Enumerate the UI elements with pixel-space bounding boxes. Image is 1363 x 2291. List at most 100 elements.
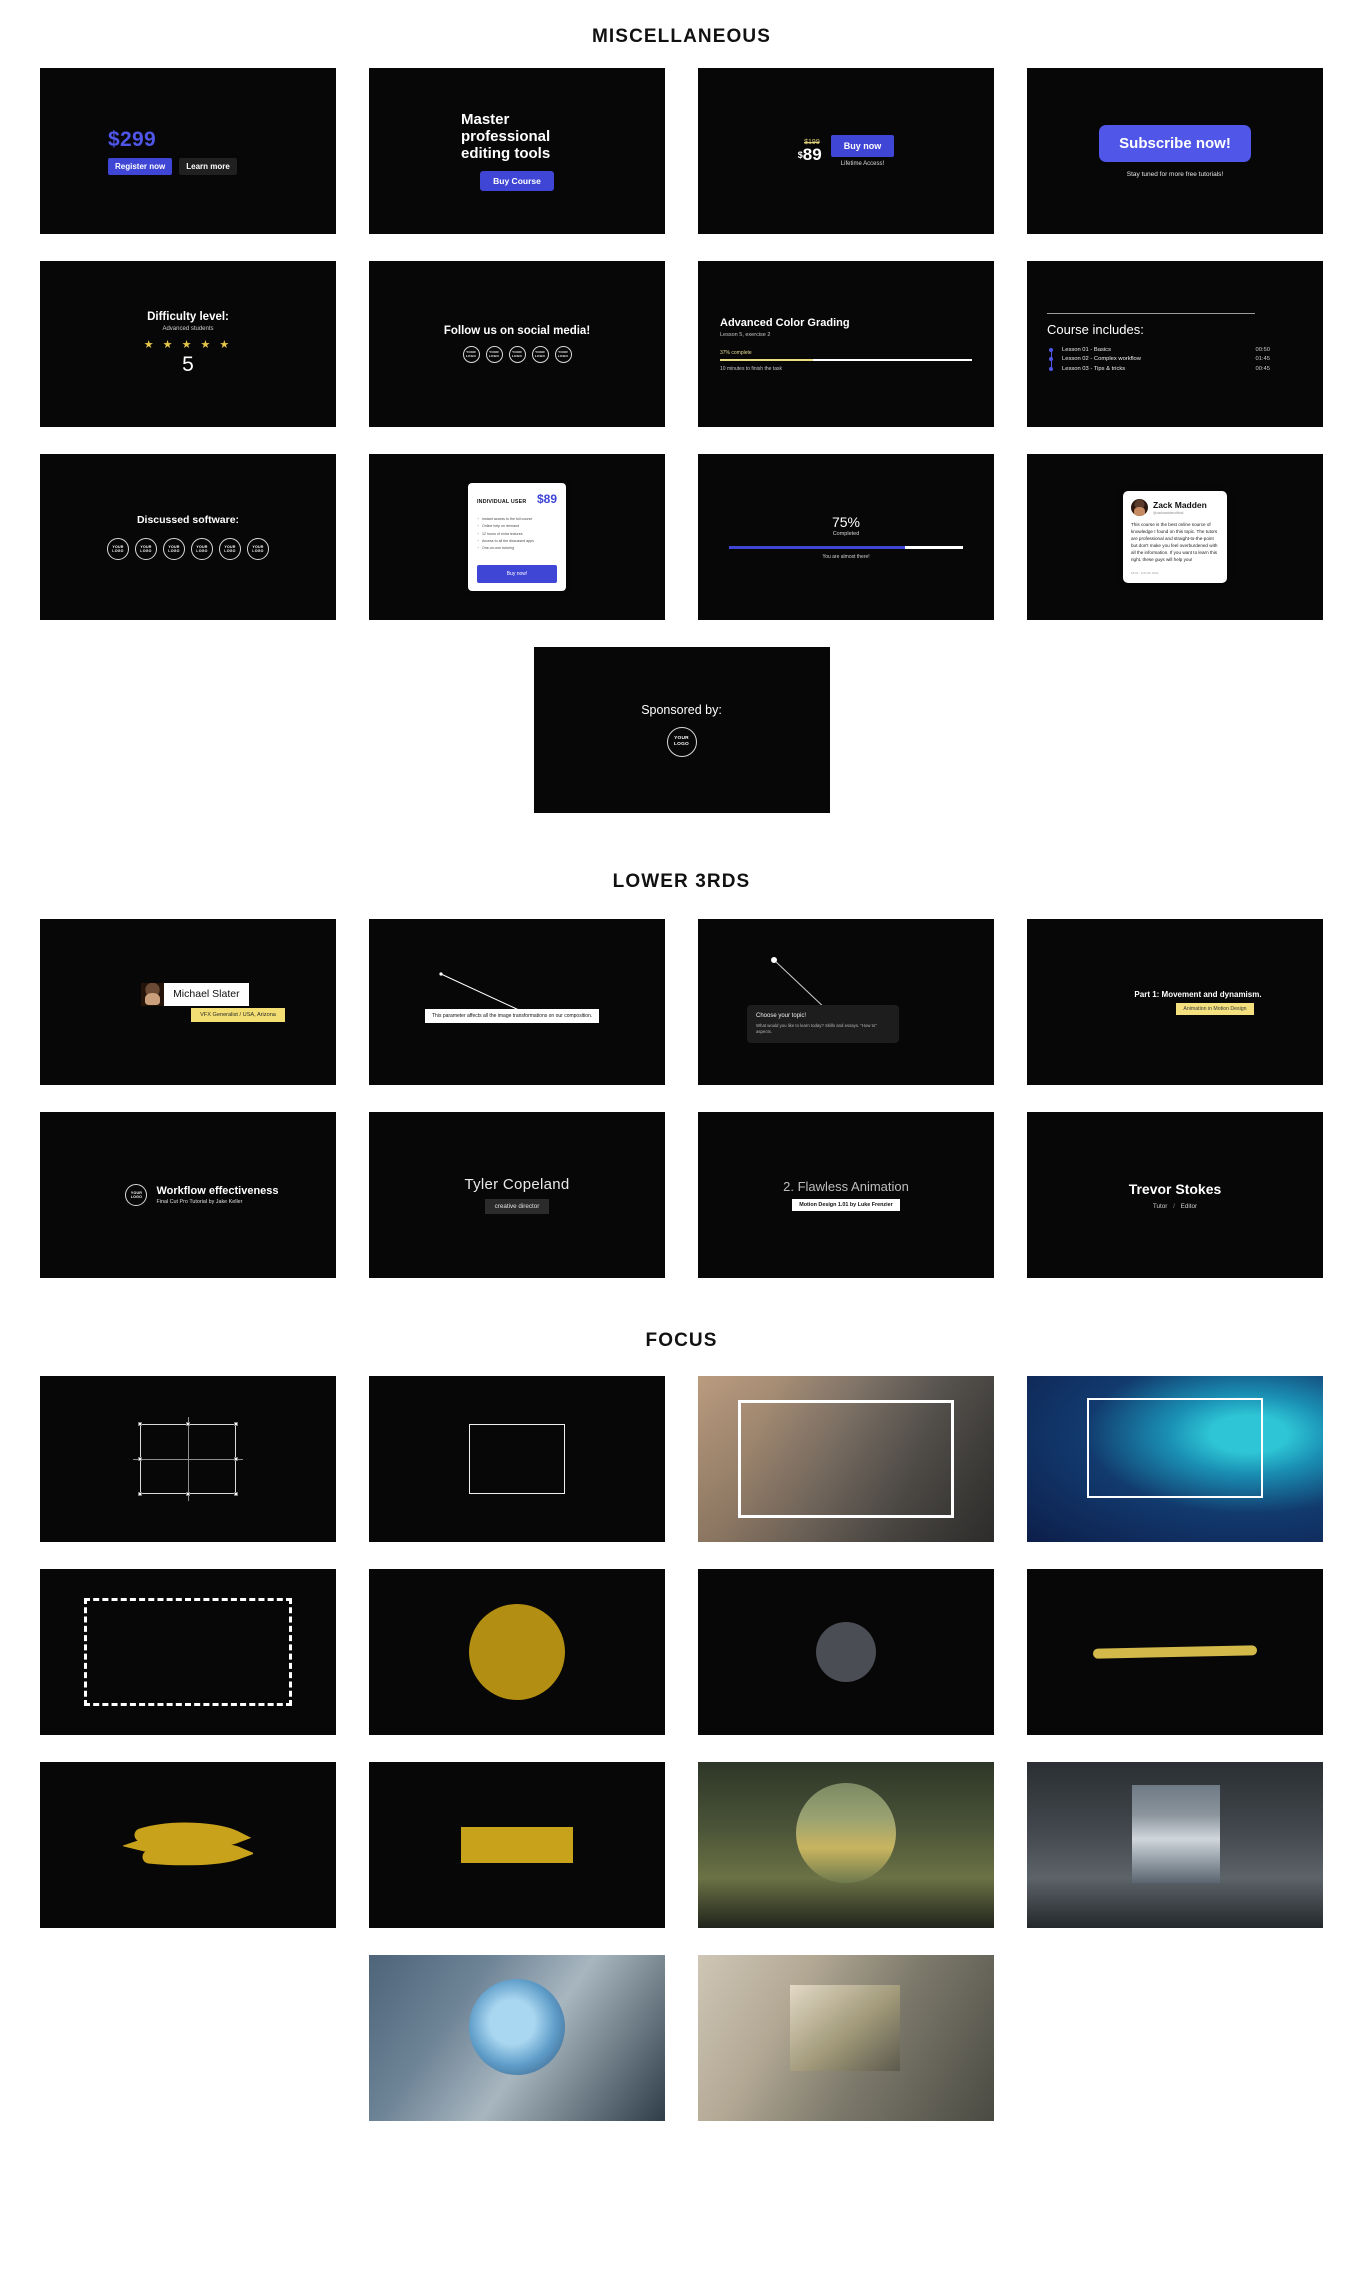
card-master-tools[interactable]: Master professional editing tools Buy Co… xyxy=(369,68,665,234)
card-buy-now[interactable]: $199 $89 Buy now Lifetime Access! xyxy=(698,68,994,234)
focus-frame xyxy=(738,1400,954,1518)
your-logo-icon: YOUR LOGO xyxy=(125,1184,148,1206)
lesson-time: 01:45 xyxy=(1255,356,1270,362)
card-individual-pricing[interactable]: INDIVIDUAL USER $89 Instant access to th… xyxy=(369,454,665,620)
bullet-dot-icon xyxy=(1049,366,1053,371)
lifetime-access-note: Lifetime Access! xyxy=(840,161,885,167)
progress-bar xyxy=(729,546,963,549)
your-logo-icon[interactable]: YOUR LOGO xyxy=(462,346,480,363)
buy-now-button[interactable]: Buy now! xyxy=(477,564,557,583)
your-logo-icon[interactable]: YOUR LOGO xyxy=(554,346,572,363)
card-focus-dashed-rectangle xyxy=(40,1569,336,1735)
master-tools-headline: Master professional editing tools xyxy=(461,110,551,163)
workflow-text: Workflow effectiveness Final Cut Pro Tut… xyxy=(156,1185,278,1205)
card-price-register[interactable]: $299 Register now Learn more xyxy=(40,68,336,234)
miscellaneous-grid-row-2: Difficulty level: Advanced students ★ ★ … xyxy=(0,261,1363,427)
software-logo-row: YOUR LOGO YOUR LOGO YOUR LOGO YOUR LOGO YOUR… xyxy=(107,538,269,560)
buy-now-button[interactable]: Buy now xyxy=(830,135,895,157)
role-left: Tutor xyxy=(1152,1202,1168,1210)
social-logo-row: YOUR LOGO YOUR LOGO YOUR LOGO YOUR LOGO YOUR… xyxy=(462,346,572,363)
time-left-label: 10 minutes to finish the task xyxy=(720,365,782,372)
your-logo-icon[interactable]: YOUR LOGO xyxy=(485,346,503,363)
bullet-dot-icon xyxy=(1049,357,1053,361)
focus-grid-row-4 xyxy=(0,1955,1363,2121)
list-item: Access to all the discussed apps xyxy=(477,539,557,543)
card-focus-yellow-circle xyxy=(369,1569,665,1735)
pricing-header: INDIVIDUAL USER $89 xyxy=(477,492,557,506)
lesson-name: Lesson 01 - Basics xyxy=(1062,346,1111,353)
lesson-title: Advanced Color Grading xyxy=(720,316,850,329)
card-course-includes: Course includes: Lesson 01 - Basics 00:5… xyxy=(1027,261,1323,427)
card-sponsored-by: Sponsored by: YOUR LOGO xyxy=(533,647,830,813)
square-focus-mask xyxy=(1132,1785,1220,1883)
your-logo-icon[interactable]: YOUR LOGO xyxy=(135,538,157,560)
lesson-subtitle: Lesson 5, exercise 2 xyxy=(720,331,771,338)
subscribe-now-button[interactable]: Subscribe now! xyxy=(1099,124,1251,162)
your-logo-icon[interactable]: YOUR LOGO xyxy=(247,538,269,560)
sponsored-title: Sponsored by: xyxy=(641,703,722,717)
handle-sw[interactable] xyxy=(138,1492,142,1496)
price-amount: $299 xyxy=(108,127,156,151)
star-rating-icon: ★ ★ ★ ★ ★ xyxy=(143,339,233,351)
social-title: Follow us on social media! xyxy=(443,325,591,337)
card-focus-photo-mountain-square xyxy=(1027,1762,1323,1928)
handle-w[interactable] xyxy=(138,1457,142,1461)
handle-se[interactable] xyxy=(234,1492,238,1496)
handle-n[interactable] xyxy=(186,1422,190,1426)
handle-e[interactable] xyxy=(234,1457,238,1461)
callout-text: This parameter affects all the image tra… xyxy=(425,1009,600,1023)
card-focus-rectangle-outline xyxy=(369,1376,665,1542)
handle-ne[interactable] xyxy=(234,1422,238,1426)
workflow-title: Workflow effectiveness xyxy=(156,1185,279,1197)
card-focus-photo-office xyxy=(369,1955,665,2121)
price-buttons: Register now Learn more xyxy=(108,157,237,175)
progress-percent: 75% xyxy=(831,514,861,530)
topic-box: Choose your topic! What would you like t… xyxy=(747,1005,899,1043)
topic-subtitle: What would you like to learn today? Skil… xyxy=(756,1023,877,1034)
learn-more-button[interactable]: Learn more xyxy=(179,157,237,175)
role-right: Editor xyxy=(1180,1202,1198,1210)
list-item: 12 hours of extra lectures xyxy=(477,532,557,536)
person-name: Michael Slater xyxy=(164,982,249,1006)
card-follow-social: Follow us on social media! YOUR LOGO YOUR… xyxy=(369,261,665,427)
your-logo-icon[interactable]: YOUR LOGO xyxy=(219,538,241,560)
list-item[interactable]: Lesson 03 - Tips & tricks 00:45 xyxy=(1049,366,1270,372)
progress-hint: You are almost there! xyxy=(822,554,870,560)
your-logo-icon[interactable]: YOUR LOGO xyxy=(531,346,549,363)
buy-course-button[interactable]: Buy Course xyxy=(480,171,554,192)
section-title-lower-3rds: LOWER 3RDS xyxy=(612,871,751,892)
miscellaneous-grid-row-1: $299 Register now Learn more Master prof… xyxy=(0,68,1363,234)
topic-title: Choose your topic! xyxy=(756,1013,807,1019)
card-focus-photo-workshop xyxy=(698,1955,994,2121)
avatar xyxy=(141,982,165,1006)
bullet-dot-icon xyxy=(1049,347,1053,352)
handle-nw[interactable] xyxy=(138,1422,142,1426)
topic-group: Choose your topic! What would you like t… xyxy=(698,919,994,1085)
your-logo-icon[interactable]: YOUR LOGO xyxy=(107,538,129,560)
callout-group: This parameter affects all the image tra… xyxy=(369,919,665,1085)
list-item[interactable]: Lesson 02 - Complex workflow 01:45 xyxy=(1049,356,1270,362)
card-lower-third-name-tag: Michael Slater VFX Generalist / USA, Ari… xyxy=(40,919,336,1085)
register-now-button[interactable]: Register now xyxy=(108,157,173,175)
your-logo-icon[interactable]: YOUR LOGO xyxy=(163,538,185,560)
card-testimonial: Zack Madden @zackmaddenofficial This cou… xyxy=(1027,454,1323,620)
person-role: Tutor / Editor xyxy=(1153,1203,1197,1210)
workflow-subtitle: Final Cut Pro Tutorial by Jake Keller xyxy=(156,1199,243,1205)
card-subscribe[interactable]: Subscribe now! Stay tuned for more free … xyxy=(1027,68,1323,234)
testimonial-name: Zack Madden xyxy=(1153,499,1207,510)
card-focus-photo-coast xyxy=(1027,1376,1323,1542)
your-logo-icon[interactable]: YOUR LOGO xyxy=(191,538,213,560)
subscribe-note: Stay tuned for more free tutorials! xyxy=(1126,170,1224,178)
yellow-circle-shape xyxy=(469,1604,565,1700)
handle-s[interactable] xyxy=(186,1492,190,1496)
avatar xyxy=(1131,499,1148,517)
list-item[interactable]: Lesson 01 - Basics 00:50 xyxy=(1049,346,1270,353)
difficulty-title: Difficulty level: xyxy=(147,311,229,323)
lesson-time: 00:50 xyxy=(1255,346,1270,353)
miscellaneous-grid-row-4: Sponsored by: YOUR LOGO xyxy=(0,647,1363,813)
card-focus-photo-desk xyxy=(698,1376,994,1542)
circle-focus-mask xyxy=(469,1979,565,2075)
topic-leader-line xyxy=(773,959,829,1012)
part-title: Part 1: Movement and dynamism. xyxy=(1134,989,1262,999)
your-logo-icon[interactable]: YOUR LOGO xyxy=(508,346,526,363)
